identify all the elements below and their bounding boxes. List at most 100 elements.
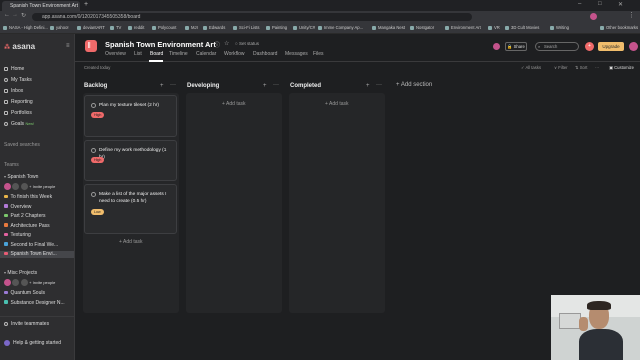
share-button[interactable]: 🔒 Share — [505, 42, 527, 51]
add-task-icon[interactable]: + — [366, 83, 370, 89]
tab-files[interactable]: Files — [313, 51, 324, 58]
sidebar-item-my-tasks[interactable]: My Tasks — [4, 77, 32, 84]
sidebar-item-reporting[interactable]: Reporting — [4, 99, 33, 106]
window-maximize-icon[interactable]: □ — [598, 1, 602, 7]
all-tasks-filter[interactable]: ✓ All tasks — [521, 65, 541, 70]
bookmark-item[interactable]: Environment Art — [445, 25, 481, 31]
search-input[interactable]: ⌕ Search — [535, 42, 579, 51]
tab-messages[interactable]: Messages — [285, 51, 308, 58]
bookmark-item[interactable]: Nostgator — [410, 25, 434, 31]
bookmark-item[interactable]: Edwards — [203, 25, 225, 31]
sidebar-project-item[interactable]: Spanish Town Envi... — [0, 251, 74, 258]
asana-logo[interactable]: ⁂ asana — [4, 43, 35, 52]
invite-people-button[interactable]: + Invite people — [29, 184, 55, 189]
more-icon[interactable]: ··· — [595, 65, 599, 70]
customize-button[interactable]: ▣ Customize — [609, 65, 634, 70]
sidebar-project-item[interactable]: Architecture Pass — [4, 223, 50, 230]
sidebar-project-item[interactable]: Substance Designer N... — [4, 300, 65, 307]
task-card[interactable]: Make a list of the major assets I need t… — [84, 184, 177, 234]
bookmark-item[interactable]: yahoo! — [50, 25, 69, 31]
task-card[interactable]: Define my work methodology (1 hr) High — [84, 140, 177, 181]
avatar[interactable] — [4, 279, 11, 286]
filter-button[interactable]: ⋎ Filter — [554, 65, 568, 70]
invite-people-button[interactable]: + Invite people — [29, 280, 55, 285]
column-title-completed[interactable]: Completed — [290, 83, 321, 89]
profile-avatar[interactable] — [590, 13, 597, 20]
sidebar-project-item[interactable]: Quantum Souls — [4, 290, 45, 297]
column-menu-icon[interactable]: ··· — [376, 82, 382, 88]
forward-icon[interactable]: → — [12, 12, 18, 18]
task-card[interactable]: Plan my texture tileset (2 hr) High — [84, 95, 177, 137]
bookmark-item[interactable]: reddit — [128, 25, 144, 31]
sidebar-project-item[interactable]: Overview — [4, 204, 31, 211]
tab-overview[interactable]: Overview — [105, 51, 126, 58]
new-tab-icon[interactable]: + — [84, 1, 88, 8]
add-icon[interactable]: + — [585, 42, 594, 51]
tab-timeline[interactable]: Timeline — [169, 51, 188, 58]
back-icon[interactable]: ← — [4, 12, 10, 18]
team-spanish-town[interactable]: ▾ Spanish Town — [4, 173, 38, 181]
browser-tab-active[interactable]: Spanish Town Environment Art — [2, 1, 80, 11]
add-task-button[interactable]: + Add task — [222, 101, 246, 107]
complete-check-icon[interactable] — [91, 148, 96, 153]
add-task-icon[interactable]: + — [263, 83, 267, 89]
column-title-backlog[interactable]: Backlog — [84, 83, 107, 89]
bookmark-item[interactable]: TV — [110, 25, 121, 31]
add-section-button[interactable]: + Add section — [396, 82, 432, 88]
sidebar-project-item[interactable]: Part 2 Chapters — [4, 213, 46, 220]
bookmark-item[interactable]: NASA - High Defini... — [3, 25, 48, 31]
sidebar-item-portfolios[interactable]: Portfolios — [4, 110, 32, 117]
add-task-button[interactable]: + Add task — [325, 101, 349, 107]
bookmark-item[interactable]: Other bookmarks — [600, 25, 638, 31]
page-title[interactable]: Spanish Town Environment Art — [105, 40, 216, 49]
avatar-placeholder[interactable] — [12, 279, 20, 286]
bookmark-item[interactable]: Writing — [550, 25, 569, 31]
window-minimize-icon[interactable]: – — [578, 1, 581, 7]
avatar-placeholder[interactable] — [20, 183, 28, 190]
collapse-sidebar-icon[interactable]: ≡ — [66, 43, 70, 49]
bookmark-item[interactable]: Unity/C# — [293, 25, 315, 31]
window-close-icon[interactable]: ✕ — [618, 1, 623, 8]
member-avatar[interactable] — [493, 43, 500, 50]
bookmark-item[interactable]: Polycount — [152, 25, 176, 31]
sidebar-project-item[interactable]: To finish this Week — [4, 194, 52, 201]
bookmark-item[interactable]: Imme Company Ap... — [318, 25, 363, 31]
complete-check-icon[interactable] — [91, 192, 96, 197]
star-icon[interactable]: ☆ — [224, 40, 229, 47]
invite-teammates-button[interactable]: Invite teammates — [4, 321, 49, 328]
sidebar-project-item[interactable]: Second to Final We... — [4, 242, 58, 249]
avatar-placeholder[interactable] — [12, 183, 20, 190]
info-icon[interactable]: ⓘ — [214, 40, 220, 49]
chevron-down-icon[interactable]: ⌄ — [205, 40, 210, 47]
tab-workflow[interactable]: Workflow — [224, 51, 244, 58]
sidebar-item-goals[interactable]: Goals New! — [4, 121, 34, 128]
bookmark-item[interactable]: VR — [488, 25, 500, 31]
column-menu-icon[interactable]: ··· — [273, 82, 279, 88]
add-task-icon[interactable]: + — [160, 83, 164, 89]
complete-check-icon[interactable] — [91, 103, 96, 108]
set-status-button[interactable]: ○ Set status — [235, 41, 259, 46]
reload-icon[interactable]: ↻ — [21, 12, 26, 19]
bookmark-item[interactable]: Sci-Fi Lists — [233, 25, 259, 31]
sort-button[interactable]: ⇅ Sort — [575, 65, 587, 70]
project-icon[interactable]: ‖ — [85, 40, 97, 52]
bookmark-item[interactable]: 3D Cult Movies — [505, 25, 539, 31]
saved-searches-header[interactable]: Saved searches — [4, 142, 40, 149]
add-task-button[interactable]: + Add task — [119, 239, 143, 245]
sidebar-item-home[interactable]: Home — [4, 66, 24, 73]
help-button[interactable]: Help & getting started — [4, 340, 61, 347]
column-title-developing[interactable]: Developing — [187, 83, 219, 89]
team-misc-projects[interactable]: ▾ Misc Projects — [4, 269, 37, 277]
avatar-placeholder[interactable] — [20, 279, 28, 286]
bookmark-item[interactable]: Mangaka Nest — [372, 25, 405, 31]
bookmark-item[interactable]: MJI — [185, 25, 198, 31]
column-menu-icon[interactable]: ··· — [170, 82, 176, 88]
sidebar-project-item[interactable]: Texturing — [4, 232, 31, 239]
sidebar-item-inbox[interactable]: Inbox — [4, 88, 23, 95]
bookmark-item[interactable]: Painting — [266, 25, 287, 31]
tab-calendar[interactable]: Calendar — [196, 51, 216, 58]
tab-board[interactable]: Board — [150, 51, 163, 58]
browser-menu-icon[interactable]: ⋮ — [628, 11, 635, 19]
user-avatar[interactable] — [629, 42, 638, 51]
tab-list[interactable]: List — [134, 51, 142, 58]
